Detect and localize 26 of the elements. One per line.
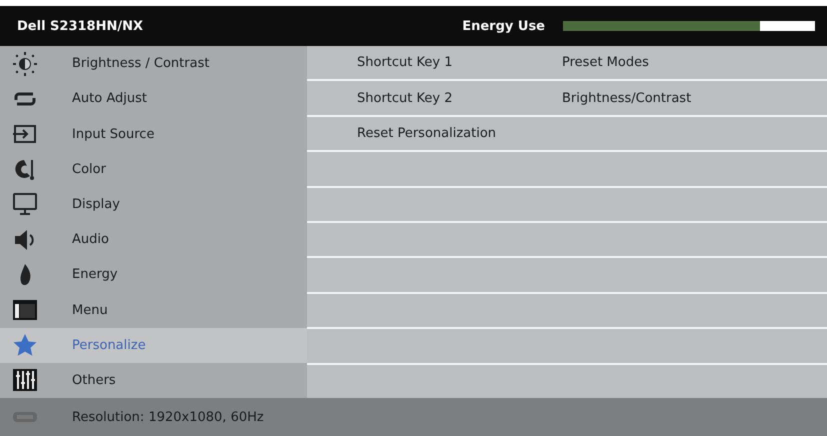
menu-item[interactable]: Brightness / Contrast (0, 46, 307, 82)
monitor-model-title: Dell S2318HN/NX (17, 18, 144, 34)
star-icon (12, 333, 38, 358)
menu-item[interactable]: Auto Adjust (0, 81, 307, 116)
menu-item[interactable]: Audio (0, 222, 307, 258)
menu-item[interactable]: Menu (0, 292, 307, 328)
setting-name: Reset Personalization (357, 126, 498, 142)
setting-row[interactable]: Reset Personalization (307, 116, 827, 150)
connector-icon (12, 410, 38, 424)
energy-use-label: Energy Use (462, 18, 545, 34)
resolution-text: Resolution: 1920x1080, 60Hz (72, 410, 264, 424)
setting-value: Preset Modes (562, 55, 649, 70)
menu-item[interactable]: Energy (0, 257, 307, 292)
menu-item[interactable]: Color (0, 152, 307, 187)
menu-item[interactable]: Input Source (0, 116, 307, 152)
setting-name: Shortcut Key 2 (357, 90, 454, 106)
setting-name: Shortcut Key 1 (357, 55, 454, 70)
sliders-icon (12, 368, 38, 392)
setting-row[interactable]: Shortcut Key 2 Brightness/Contrast (307, 81, 827, 115)
brightness-icon (12, 52, 38, 76)
menu-item[interactable]: Display (0, 186, 307, 222)
setting-row[interactable]: Shortcut Key 1 Preset Modes (307, 46, 827, 80)
menu-item[interactable]: Others (0, 362, 307, 398)
monitor-icon (12, 192, 38, 216)
setting-value: Brightness/Contrast (562, 90, 692, 106)
window-icon (12, 298, 38, 322)
